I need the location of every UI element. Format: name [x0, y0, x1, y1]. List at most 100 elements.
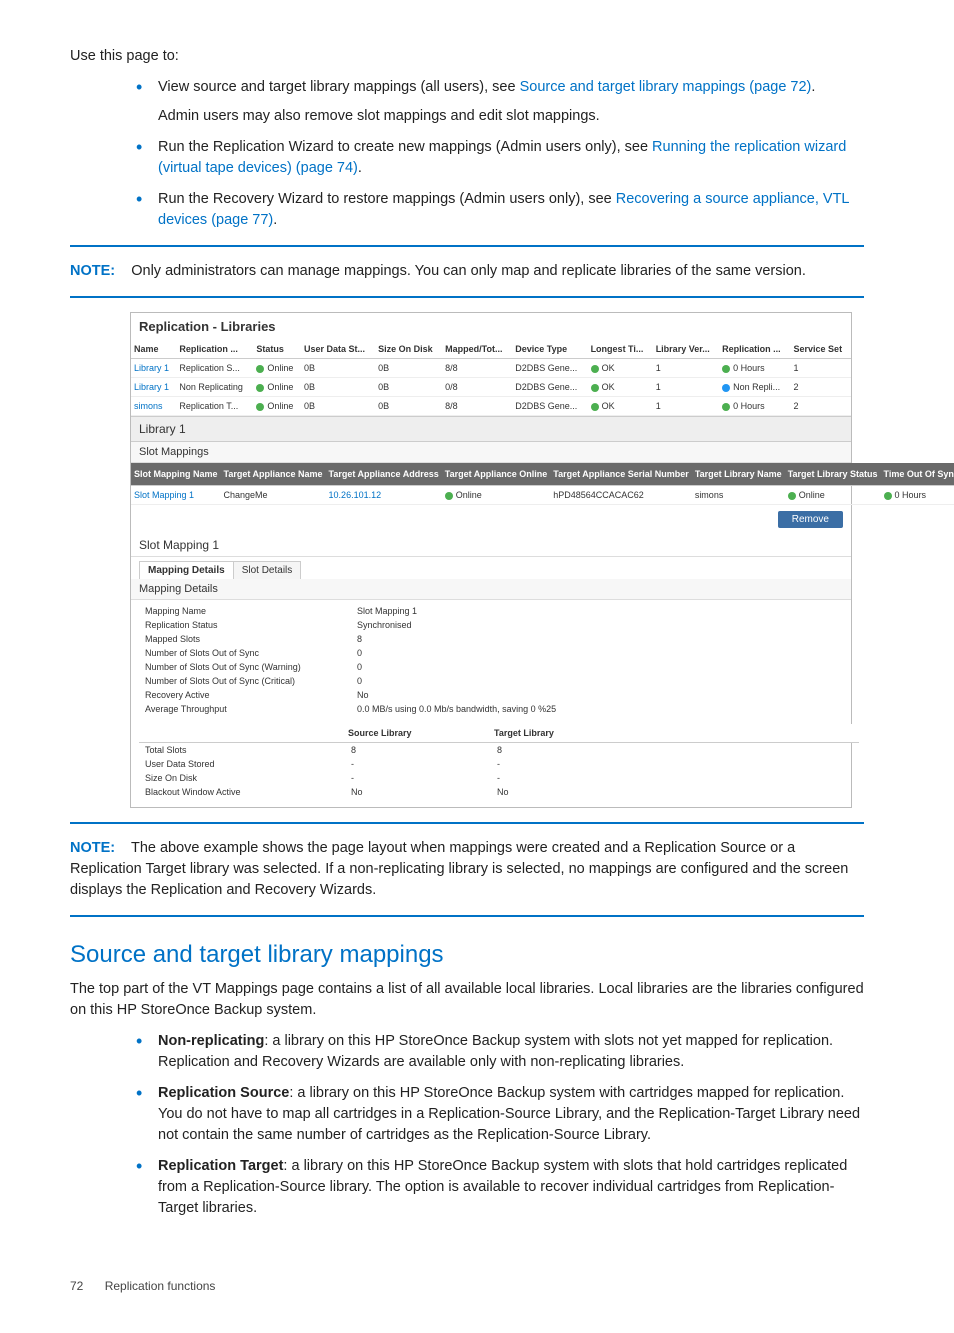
detail-value: Slot Mapping 1: [351, 604, 859, 618]
text: Run the Replication Wizard to create new…: [158, 139, 652, 155]
target-value: -: [491, 757, 859, 771]
col-header: Target Appliance Address: [326, 463, 442, 486]
row-label: Blackout Window Active: [139, 785, 345, 799]
cell: Replication T...: [176, 397, 253, 416]
list-item: Replication Source: a library on this HP…: [130, 1083, 864, 1146]
col-header: Source Library: [345, 724, 491, 743]
slot-mappings-heading: Slot Mappings: [131, 442, 851, 463]
cell: Online: [253, 359, 301, 378]
detail-row: Average Throughput0.0 MB/s using 0.0 Mb/…: [139, 702, 859, 716]
col-header: Service Set: [791, 340, 851, 359]
note-label: NOTE:: [70, 263, 115, 279]
lead-text: Use this page to:: [70, 46, 864, 67]
divider: [70, 245, 864, 247]
detail-row: Mapping NameSlot Mapping 1: [139, 604, 859, 618]
cell: 1: [791, 359, 851, 378]
cell: hPD48564CCACAC62: [550, 486, 692, 505]
col-header: Name: [131, 340, 176, 359]
slot-mapping-table: Slot Mapping NameTarget Appliance NameTa…: [131, 463, 954, 505]
cell: Replication S...: [176, 359, 253, 378]
col-header: Target Library: [491, 724, 859, 743]
cell: 2: [791, 378, 851, 397]
text: .: [811, 79, 815, 95]
term: Replication Source: [158, 1085, 289, 1101]
cell: 0B: [301, 359, 375, 378]
cell: Non Repli...: [719, 378, 790, 397]
cell: 10.26.101.12: [326, 486, 442, 505]
cell: D2DBS Gene...: [512, 359, 587, 378]
detail-row: Number of Slots Out of Sync (Warning)0: [139, 660, 859, 674]
col-header: Target Library Name: [692, 463, 785, 486]
text: .: [273, 212, 277, 228]
cell: 0B: [301, 397, 375, 416]
col-header: Target Appliance Online: [442, 463, 551, 486]
cell-name: Library 1: [131, 359, 176, 378]
detail-value: 0: [351, 674, 859, 688]
detail-row: Mapped Slots8: [139, 632, 859, 646]
col-header: User Data St...: [301, 340, 375, 359]
term: Replication Target: [158, 1158, 283, 1174]
tabs: Mapping DetailsSlot Details: [131, 557, 851, 579]
list-item: Replication Target: a library on this HP…: [130, 1156, 864, 1219]
table-row: simonsReplication T...Online0B0B8/8D2DBS…: [131, 397, 851, 416]
status-icon: [591, 365, 599, 373]
cell: 8/8: [442, 359, 512, 378]
note-text: Only administrators can manage mappings.…: [131, 263, 806, 279]
cell: 0 Hours: [881, 486, 954, 505]
note-block: NOTE: Only administrators can manage map…: [70, 261, 864, 282]
col-header: Status: [253, 340, 301, 359]
col-header: Slot Mapping Name: [131, 463, 221, 486]
cell: 1: [653, 397, 719, 416]
cell: Online: [785, 486, 881, 505]
source-value: -: [345, 771, 491, 785]
list-item: Non-replicating: a library on this HP St…: [130, 1031, 864, 1073]
cell: 0B: [375, 378, 442, 397]
cell: Online: [253, 397, 301, 416]
document-page: Use this page to: View source and target…: [0, 0, 954, 1333]
xref-link[interactable]: Source and target library mappings (page…: [520, 79, 812, 95]
status-icon: [591, 403, 599, 411]
status-icon: [445, 492, 453, 500]
sub-text: Admin users may also remove slot mapping…: [158, 106, 864, 127]
section-heading: Source and target library mappings: [70, 941, 864, 969]
status-icon: [591, 384, 599, 392]
source-value: No: [345, 785, 491, 799]
term: Non-replicating: [158, 1033, 264, 1049]
cell: 0 Hours: [719, 397, 790, 416]
status-icon: [722, 384, 730, 392]
list-item: View source and target library mappings …: [130, 77, 864, 127]
cell: OK: [588, 397, 653, 416]
status-icon: [256, 365, 264, 373]
col-header: Longest Ti...: [588, 340, 653, 359]
detail-value: 0: [351, 646, 859, 660]
intro-list: View source and target library mappings …: [130, 77, 864, 231]
detail-value: No: [351, 688, 859, 702]
detail-value: 0: [351, 660, 859, 674]
table-row: Library 1Replication S...Online0B0B8/8D2…: [131, 359, 851, 378]
col-header: Target Appliance Serial Number: [550, 463, 692, 486]
cell: simons: [692, 486, 785, 505]
note-block: NOTE: The above example shows the page l…: [70, 838, 864, 901]
detail-row: Number of Slots Out of Sync0: [139, 646, 859, 660]
figure-title: Replication - Libraries: [131, 313, 851, 340]
detail-label: Replication Status: [139, 618, 351, 632]
divider: [70, 822, 864, 824]
text: .: [358, 160, 362, 176]
cell: D2DBS Gene...: [512, 378, 587, 397]
detail-row: Recovery ActiveNo: [139, 688, 859, 702]
detail-label: Number of Slots Out of Sync (Critical): [139, 674, 351, 688]
definition-list: Non-replicating: a library on this HP St…: [130, 1031, 864, 1219]
detail-row: Replication StatusSynchronised: [139, 618, 859, 632]
list-item: Run the Recovery Wizard to restore mappi…: [130, 189, 864, 231]
remove-button[interactable]: Remove: [778, 511, 843, 528]
tab-slot-details[interactable]: Slot Details: [233, 561, 302, 579]
tab-mapping-details[interactable]: Mapping Details: [139, 561, 234, 579]
comparison-row: Total Slots88: [139, 743, 859, 758]
row-label: Size On Disk: [139, 771, 345, 785]
source-value: -: [345, 757, 491, 771]
detail-row: Number of Slots Out of Sync (Critical)0: [139, 674, 859, 688]
col-header: Replication ...: [719, 340, 790, 359]
detail-label: Number of Slots Out of Sync (Warning): [139, 660, 351, 674]
text: Run the Recovery Wizard to restore mappi…: [158, 191, 616, 207]
cell: D2DBS Gene...: [512, 397, 587, 416]
